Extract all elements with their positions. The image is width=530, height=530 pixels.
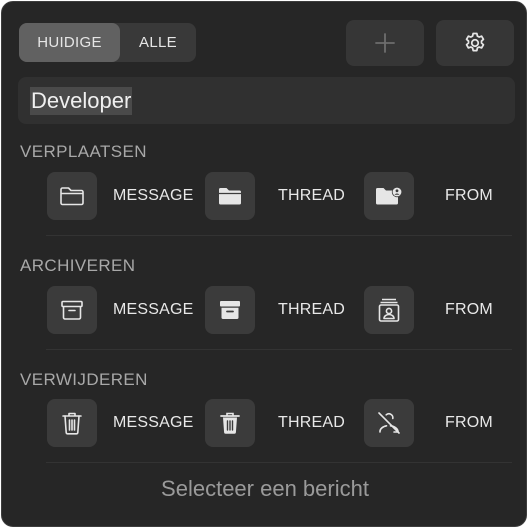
segment-current[interactable]: HUIDIGE: [19, 23, 120, 62]
move-thread-label[interactable]: THREAD: [278, 187, 345, 205]
move-message-button[interactable]: [47, 172, 97, 220]
archive-box-icon: [60, 299, 84, 321]
archive-box-filled-icon: [218, 299, 242, 321]
scope-segmented-control: HUIDIGE ALLE: [19, 23, 196, 62]
status-message: Selecteer een bericht: [2, 476, 527, 502]
add-button[interactable]: [346, 20, 424, 66]
settings-button[interactable]: [436, 20, 514, 66]
person-slash-icon: [376, 410, 402, 436]
delete-message-label[interactable]: MESSAGE: [113, 414, 194, 432]
archive-actions-row: MESSAGE THREAD FROM: [2, 286, 527, 336]
archive-thread-label[interactable]: THREAD: [278, 301, 345, 319]
delete-from-button[interactable]: [364, 399, 414, 447]
delete-message-button[interactable]: [47, 399, 97, 447]
archive-from-label[interactable]: FROM: [445, 301, 493, 319]
folder-filled-icon: [217, 185, 243, 207]
contact-card-icon: [377, 297, 401, 323]
plus-icon: [374, 32, 396, 54]
section-divider: [46, 235, 512, 236]
segment-all[interactable]: ALLE: [120, 23, 196, 62]
trash-filled-icon: [219, 411, 241, 435]
archive-message-label[interactable]: MESSAGE: [113, 301, 194, 319]
trash-icon: [61, 411, 83, 435]
section-title-move: VERPLAATSEN: [20, 142, 147, 162]
archive-from-button[interactable]: [364, 286, 414, 334]
search-field[interactable]: Developer: [18, 77, 515, 124]
folder-person-icon: [374, 184, 404, 208]
folder-icon: [59, 185, 85, 207]
archive-message-button[interactable]: [47, 286, 97, 334]
gear-icon: [462, 30, 488, 56]
section-title-archive: ARCHIVEREN: [20, 256, 135, 276]
delete-thread-button[interactable]: [205, 399, 255, 447]
move-thread-button[interactable]: [205, 172, 255, 220]
move-from-button[interactable]: [364, 172, 414, 220]
search-value: Developer: [30, 87, 132, 115]
delete-actions-row: MESSAGE THREAD FROM: [2, 399, 527, 449]
mail-actions-panel: HUIDIGE ALLE Developer VERPLAATSEN MESSA…: [1, 1, 527, 527]
move-from-label[interactable]: FROM: [445, 187, 493, 205]
section-divider: [46, 462, 512, 463]
delete-thread-label[interactable]: THREAD: [278, 414, 345, 432]
delete-from-label[interactable]: FROM: [445, 414, 493, 432]
section-title-delete: VERWIJDEREN: [20, 370, 148, 390]
move-message-label[interactable]: MESSAGE: [113, 187, 194, 205]
section-divider: [46, 349, 512, 350]
archive-thread-button[interactable]: [205, 286, 255, 334]
move-actions-row: MESSAGE THREAD FROM: [2, 172, 527, 222]
